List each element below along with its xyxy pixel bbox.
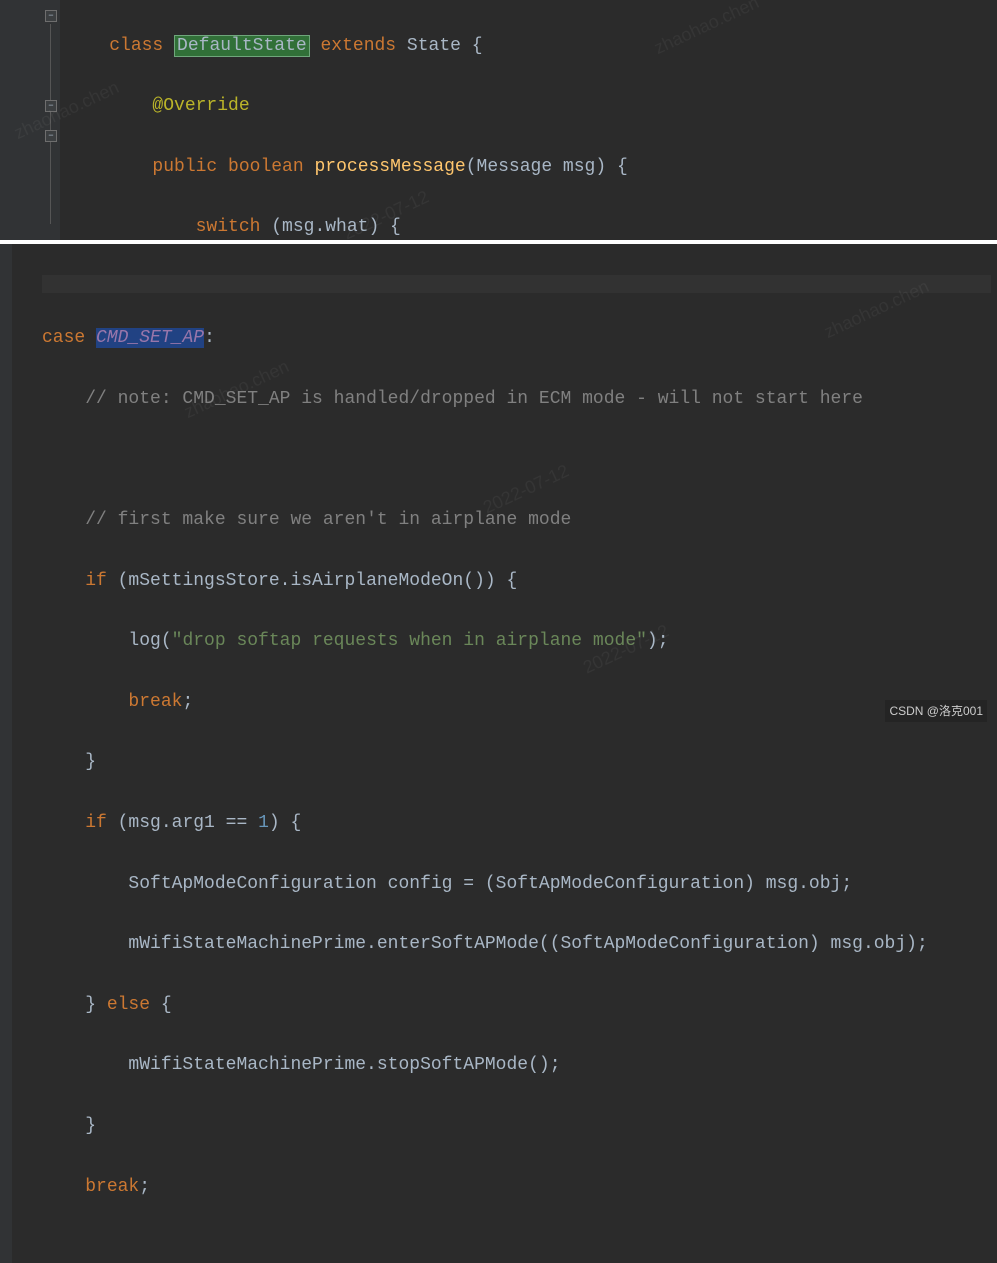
keyword: if	[85, 571, 107, 591]
keyword: break	[85, 1177, 139, 1197]
string-literal: "drop softap requests when in airplane m…	[172, 631, 647, 651]
keyword: switch	[196, 217, 261, 237]
code: ) {	[269, 813, 301, 833]
fold-marker-icon[interactable]: −	[45, 100, 57, 112]
code: mWifiStateMachinePrime.stopSoftAPMode();	[128, 1055, 560, 1075]
keyword: boolean	[228, 157, 304, 177]
keyword: class	[109, 36, 163, 56]
brace: }	[85, 1116, 96, 1136]
number: 1	[258, 813, 269, 833]
code-area-bottom[interactable]: case CMD_SET_AP: // note: CMD_SET_AP is …	[12, 244, 997, 1263]
type-name: State	[407, 36, 461, 56]
code: (msg.arg1 ==	[107, 813, 258, 833]
brace: }	[85, 752, 96, 772]
expr: (msg.what) {	[260, 217, 400, 237]
class-name-selected[interactable]: DefaultState	[174, 35, 310, 57]
annotation: @Override	[152, 96, 249, 116]
keyword: if	[85, 813, 107, 833]
semi: ;	[139, 1177, 150, 1197]
comment: // first make sure we aren't in airplane…	[85, 510, 571, 530]
code: );	[647, 631, 669, 651]
code: log(	[128, 631, 171, 651]
method-name: processMessage	[314, 157, 465, 177]
keyword: break	[128, 692, 182, 712]
code-editor-top[interactable]: − − − class DefaultState extends State {…	[0, 0, 997, 240]
keyword: case	[42, 328, 85, 348]
keyword: public	[152, 157, 217, 177]
code: (mSettingsStore.isAirplaneModeOn()) {	[107, 571, 517, 591]
brace: {	[150, 995, 172, 1015]
semi: ;	[182, 692, 193, 712]
code-editor-bottom[interactable]: case CMD_SET_AP: // note: CMD_SET_AP is …	[0, 244, 997, 1263]
constant-selected[interactable]: CMD_SET_AP	[96, 328, 204, 348]
comment: // note: CMD_SET_AP is handled/dropped i…	[85, 389, 863, 409]
brace: {	[461, 36, 483, 56]
colon: :	[204, 328, 215, 348]
code: SoftApModeConfiguration config = (SoftAp…	[128, 874, 852, 894]
gutter-bottom	[0, 244, 12, 1263]
fold-marker-icon[interactable]: −	[45, 10, 57, 22]
fold-marker-icon[interactable]: −	[45, 130, 57, 142]
fold-guideline	[50, 24, 51, 224]
keyword: extends	[320, 36, 396, 56]
brace: }	[85, 995, 107, 1015]
code: mWifiStateMachinePrime.enterSoftAPMode((…	[128, 934, 927, 954]
attribution-text: CSDN @洛克001	[885, 700, 987, 722]
gutter-top: − − −	[0, 0, 60, 240]
code-area-top[interactable]: class DefaultState extends State { @Over…	[60, 0, 997, 240]
params: (Message msg) {	[466, 157, 628, 177]
keyword: else	[107, 995, 150, 1015]
